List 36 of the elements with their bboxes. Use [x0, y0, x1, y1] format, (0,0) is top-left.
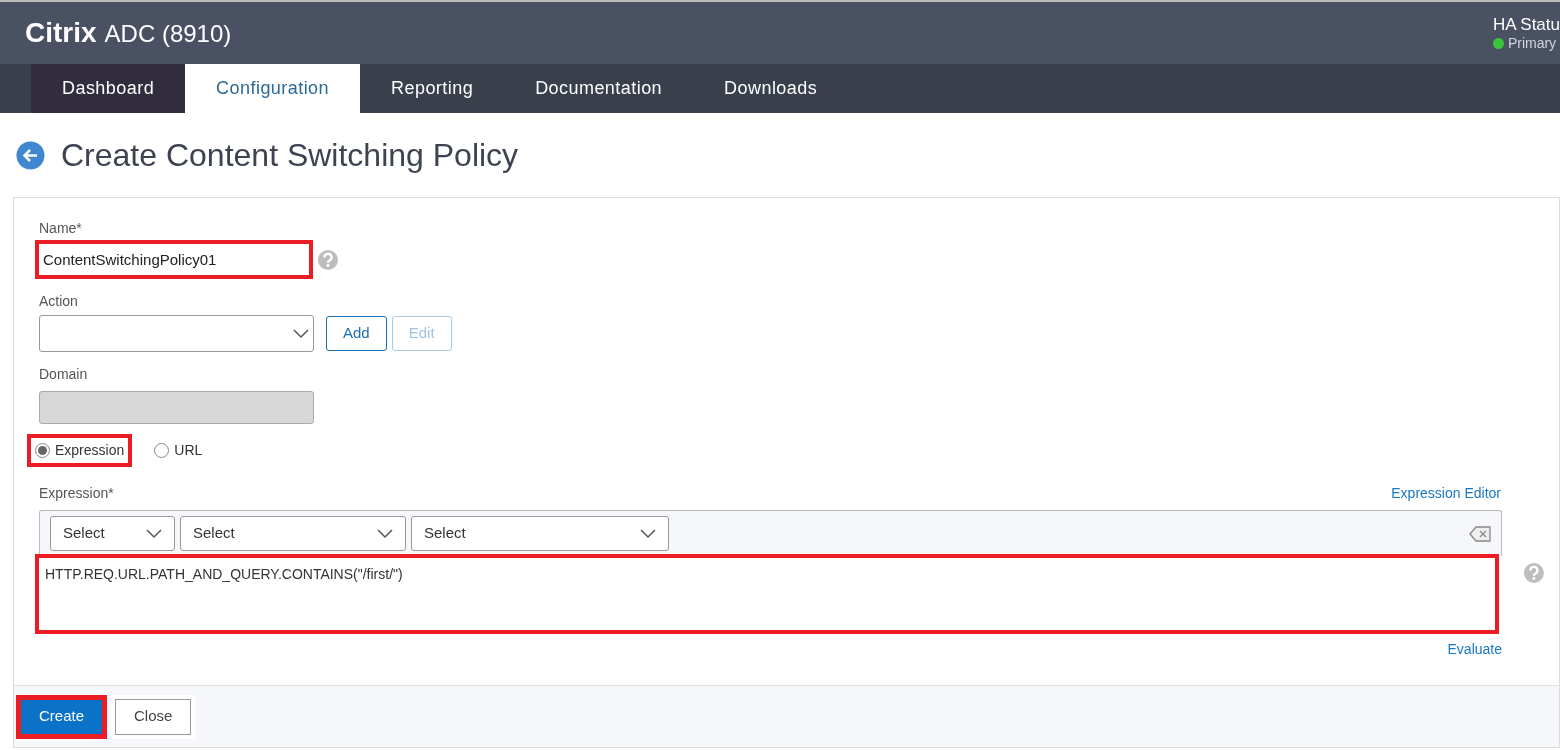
- help-icon[interactable]: [317, 248, 339, 271]
- help-icon[interactable]: [1523, 562, 1545, 584]
- field-label: Expression*: [39, 484, 114, 503]
- ha-status-label: HA Statu: [1492, 13, 1560, 35]
- field-label: Name*: [39, 219, 83, 238]
- select-dropdown[interactable]: Select: [411, 516, 669, 551]
- nav-tab[interactable]: Configuration: [185, 64, 361, 113]
- name-field[interactable]: ContentSwitchingPolicy01: [35, 240, 313, 279]
- nav-tab[interactable]: Downloads: [693, 64, 849, 113]
- nav-tab[interactable]: Dashboard: [31, 64, 186, 113]
- chevron-down-icon: [293, 328, 309, 339]
- create-button[interactable]: Create: [16, 694, 108, 739]
- radio-option[interactable]: Expression: [27, 434, 133, 467]
- field-label: Domain: [39, 365, 89, 384]
- evaluate-link[interactable]: Evaluate: [1447, 639, 1502, 660]
- close-button[interactable]: Close: [111, 694, 196, 739]
- expression-field[interactable]: HTTP.REQ.URL.PATH_AND_QUERY.CONTAINS("/first/"): [35, 554, 1500, 634]
- brand-name: Citrix: [25, 16, 97, 50]
- radio-button[interactable]: [35, 443, 50, 458]
- radio-option[interactable]: URL: [146, 434, 211, 467]
- select-dropdown[interactable]: Select: [50, 516, 175, 551]
- add-button[interactable]: Add: [326, 316, 387, 351]
- radio-button[interactable]: [154, 443, 170, 458]
- action-select[interactable]: [39, 315, 314, 352]
- select-dropdown[interactable]: Select: [180, 516, 406, 551]
- chevron-down-icon: [146, 528, 162, 539]
- page-title: Create Content Switching Policy: [61, 136, 519, 175]
- chevron-down-icon: [377, 528, 393, 539]
- expression-editor-link[interactable]: Expression Editor: [1391, 483, 1501, 504]
- chevron-down-icon: [640, 528, 656, 539]
- nav-tab[interactable]: Reporting: [360, 64, 505, 113]
- field-label: Action: [39, 292, 79, 311]
- nav-tab[interactable]: Documentation: [504, 64, 694, 113]
- product-name: ADC (8910): [104, 19, 232, 49]
- ha-status-value: Primary: [1507, 34, 1557, 53]
- clear-icon[interactable]: [1469, 525, 1491, 542]
